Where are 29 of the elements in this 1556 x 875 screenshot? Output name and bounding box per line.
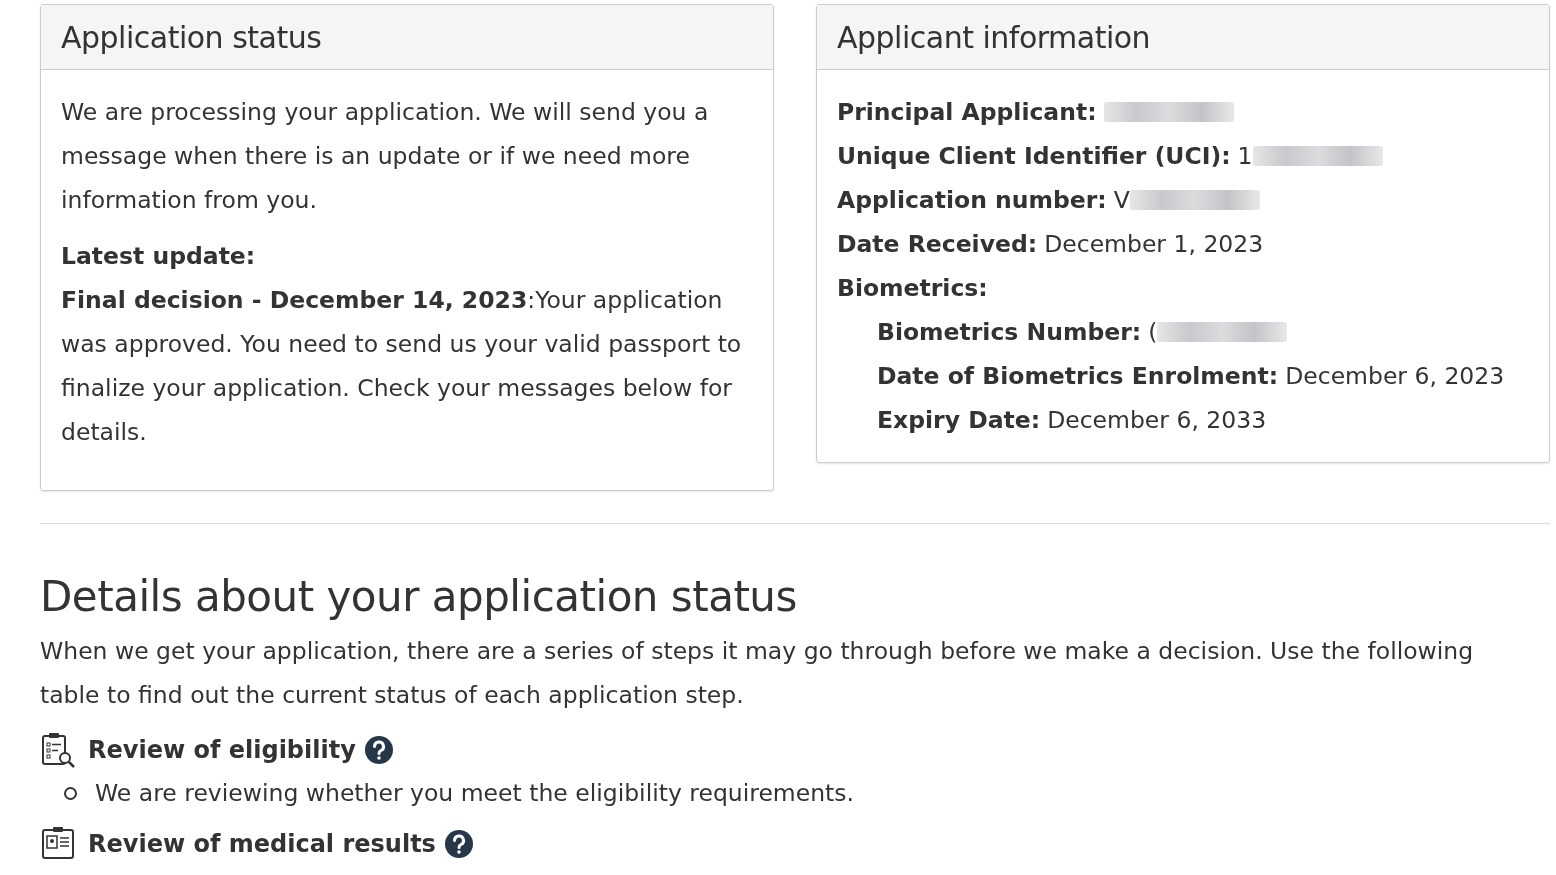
field-value: December 6, 2033 — [1047, 405, 1267, 436]
intro-text: When we get your application, there are a series of steps it may go through before we make a decision. Use the following table to find out the current status of each application step. — [40, 636, 1475, 711]
step-title: Review of medical results — [88, 829, 436, 860]
help-icon[interactable] — [443, 829, 474, 859]
clipboard-magnifier-icon — [40, 732, 76, 768]
field-label: Principal Applicant: — [837, 97, 1097, 128]
field-label: Date Received: — [837, 229, 1038, 260]
field-label: Unique Client Identifier (UCI): — [837, 141, 1231, 172]
field-value: December 1, 2023 — [1044, 229, 1264, 260]
field-label: Application number: — [837, 185, 1107, 216]
field-label: Biometrics Number: — [877, 317, 1142, 348]
field-label: Date of Biometrics Enrolment: — [877, 361, 1279, 392]
bullet-icon — [64, 786, 77, 800]
field-value: December 6, 2023 — [1285, 361, 1505, 392]
card-title: Application status — [61, 19, 323, 57]
clipboard-icon — [40, 826, 76, 862]
section-heading: Details about your application status — [40, 572, 798, 621]
field-value: V — [1113, 185, 1130, 216]
field-value: 1 — [1237, 141, 1253, 172]
field-value: ( — [1148, 317, 1158, 348]
status-message: We are processing your application. We will send you a message when there is an update or if we need more information from you. — [61, 97, 710, 216]
field-label: Expiry Date: — [877, 405, 1041, 436]
card-title: Applicant information — [837, 19, 1152, 57]
status-text: We are reviewing whether you meet the eligibility requirements. — [95, 778, 854, 809]
help-icon[interactable] — [363, 735, 394, 765]
latest-update-label: Latest update: — [61, 241, 257, 272]
field-label: Biometrics: — [837, 273, 988, 304]
step-title: Review of eligibility — [88, 735, 356, 766]
latest-update-text: Final decision - December 14, 2023:Your application was approved. You need to send us your valid passport to finalize your application. Check your messages below for details. — [61, 285, 743, 448]
